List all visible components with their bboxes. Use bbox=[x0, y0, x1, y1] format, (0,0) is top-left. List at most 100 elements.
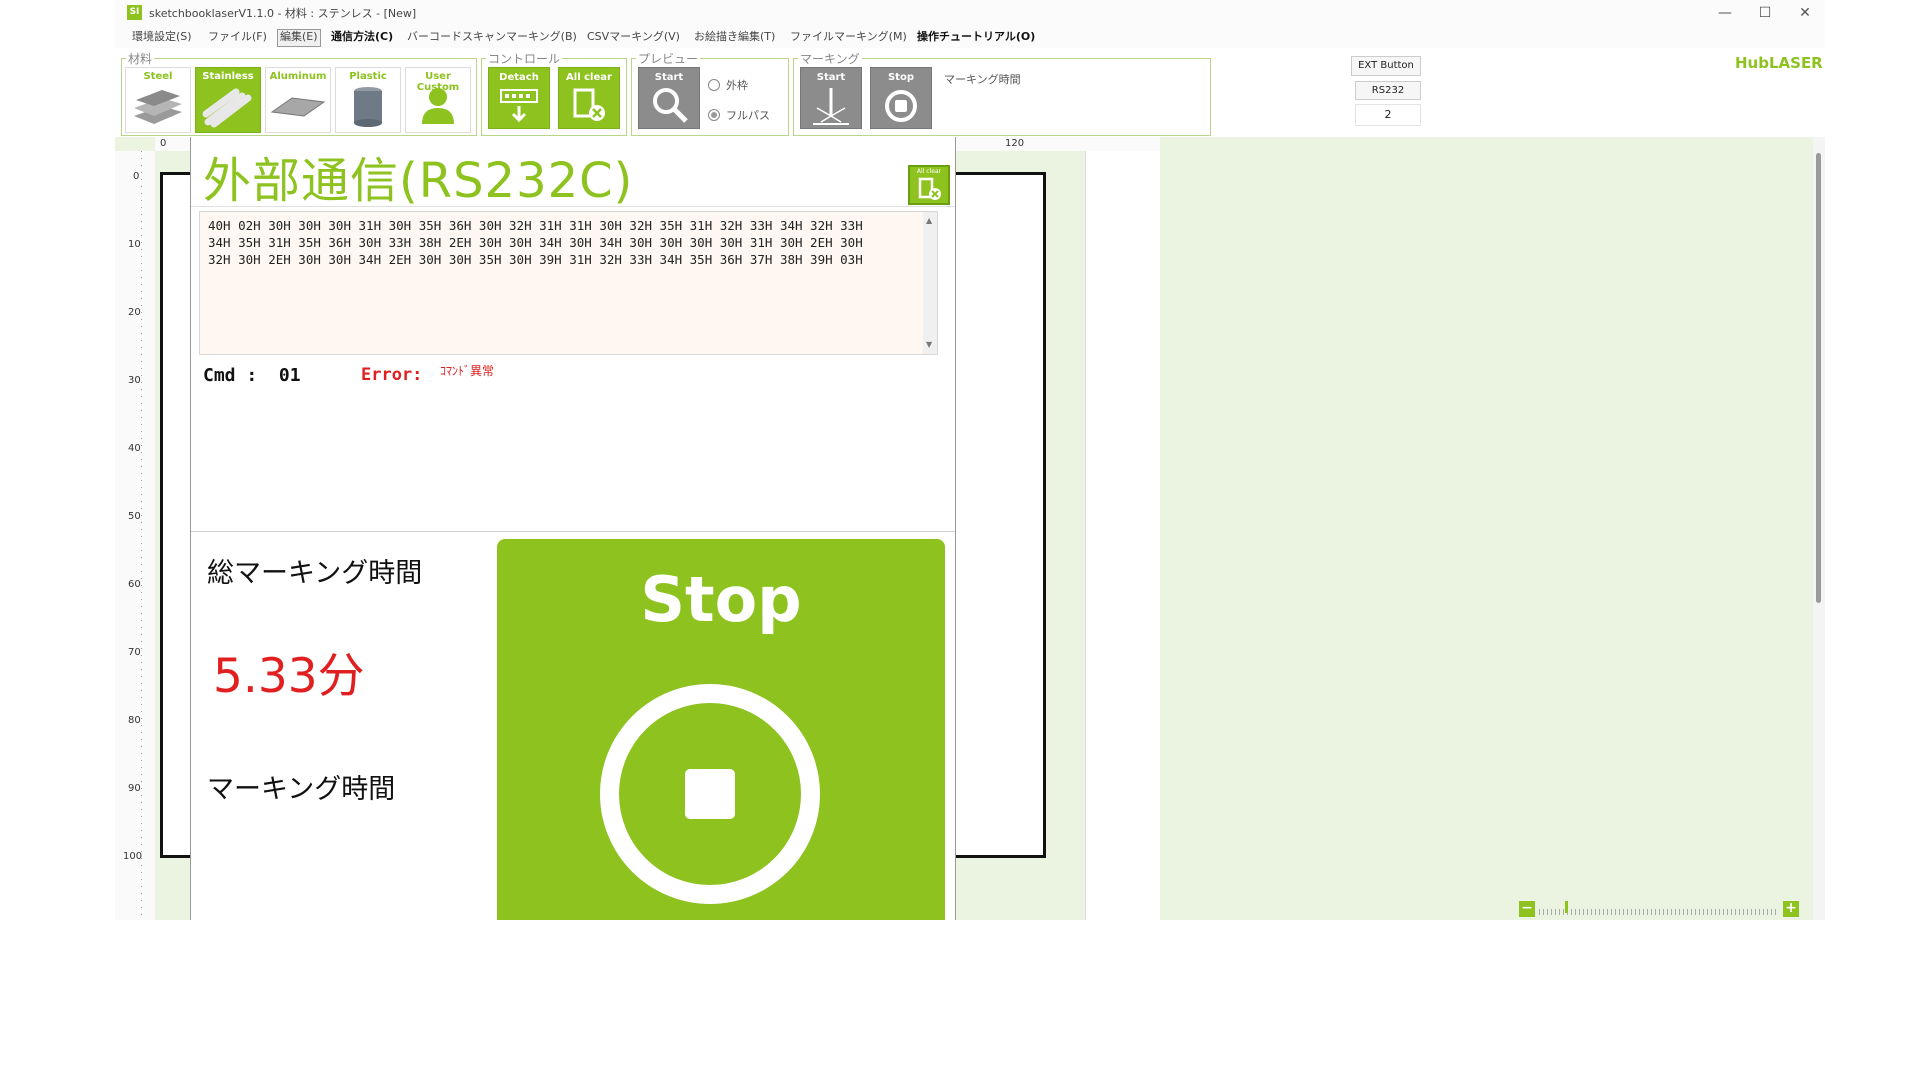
material-aluminum-label: Aluminum bbox=[269, 71, 327, 82]
hex-data-textarea[interactable]: 40H 02H 30H 30H 30H 31H 30H 35H 36H 30H … bbox=[199, 211, 938, 355]
dialog-divider bbox=[191, 531, 955, 532]
hex-scrollbar[interactable]: ▲ ▼ bbox=[923, 212, 937, 354]
material-plastic-button[interactable]: Plastic bbox=[335, 67, 401, 133]
vruler-label-70: 70 bbox=[128, 647, 141, 658]
dialog-eraser-icon bbox=[918, 177, 941, 200]
big-stop-label: Stop bbox=[640, 563, 802, 636]
marking-stop-button[interactable]: Stop bbox=[870, 67, 932, 129]
menu-bar: 環境設定(S) ファイル(F) 編集(E) 通信方法(C) バーコードスキャンマ… bbox=[115, 26, 1825, 72]
material-stainless-label: Stainless bbox=[202, 71, 254, 82]
error-label: Error: bbox=[361, 365, 423, 385]
menu-tutorial[interactable]: 操作チュートリアル(O) bbox=[915, 29, 1037, 45]
menu-drawing-edit[interactable]: お絵描き編集(T) bbox=[692, 29, 777, 45]
vruler-label-0: 0 bbox=[133, 171, 140, 182]
hruler-label-0: 0 bbox=[160, 138, 167, 149]
rs232-button[interactable]: RS232 bbox=[1355, 81, 1421, 100]
detach-label: Detach bbox=[499, 72, 539, 83]
zoom-track[interactable] bbox=[1539, 909, 1779, 915]
material-plastic-label: Plastic bbox=[349, 71, 387, 82]
menu-edit[interactable]: 編集(E) bbox=[277, 29, 321, 47]
total-marking-time-label: 総マーキング時間 bbox=[207, 558, 423, 589]
work-area-right-margin bbox=[1085, 151, 1160, 920]
dialog-title: 外部通信(RS232C) bbox=[203, 153, 634, 209]
full-path-radio[interactable] bbox=[708, 109, 720, 121]
error-value: ｺﾏﾝﾄﾞ異常 bbox=[440, 364, 495, 378]
big-stop-button[interactable]: Stop bbox=[497, 539, 945, 920]
material-steel-label: Steel bbox=[143, 71, 173, 82]
vruler-label-80: 80 bbox=[128, 715, 141, 726]
preview-start-button[interactable]: Start bbox=[638, 67, 700, 129]
aluminum-sheet-icon bbox=[270, 97, 326, 117]
title-bar: SI sketchbooklaserV1.1.0 - 材料 : ステンレス - … bbox=[115, 0, 1825, 26]
menu-settings[interactable]: 環境設定(S) bbox=[130, 29, 194, 45]
marking-start-label: Start bbox=[816, 72, 846, 83]
canvas-vertical-scrollbar[interactable] bbox=[1813, 137, 1825, 920]
window-title: sketchbooklaserV1.1.0 - 材料 : ステンレス - [Ne… bbox=[149, 7, 417, 20]
steel-beams-icon bbox=[134, 90, 182, 124]
scroll-up-icon[interactable]: ▲ bbox=[926, 216, 932, 225]
menu-communication[interactable]: 通信方法(C) bbox=[329, 29, 395, 45]
detach-button[interactable]: Detach bbox=[488, 67, 550, 129]
menu-file-marking[interactable]: ファイルマーキング(M) bbox=[788, 29, 909, 45]
all-clear-label: All clear bbox=[566, 72, 612, 83]
menu-csv-marking[interactable]: CSVマーキング(V) bbox=[585, 29, 682, 45]
ext-button[interactable]: EXT Button bbox=[1351, 56, 1421, 76]
vruler-label-90: 90 bbox=[128, 783, 141, 794]
ext-value-field[interactable]: 2 bbox=[1355, 104, 1421, 126]
scrollbar-thumb[interactable] bbox=[1816, 153, 1821, 603]
maximize-button[interactable]: ☐ bbox=[1745, 0, 1785, 26]
marking-time-header: マーキング時間 bbox=[944, 73, 1021, 86]
dialog-all-clear-button[interactable]: All clear bbox=[908, 165, 950, 205]
all-clear-button[interactable]: All clear bbox=[558, 67, 620, 129]
outer-frame-label: 外枠 bbox=[726, 79, 748, 92]
eraser-icon bbox=[573, 88, 605, 121]
total-marking-time-value: 5.33分 bbox=[213, 649, 365, 704]
scroll-down-icon[interactable]: ▼ bbox=[926, 340, 932, 349]
material-group-label: 材料 bbox=[126, 50, 155, 67]
brand-logo: HubLASER bbox=[1735, 54, 1823, 72]
marking-time-label: マーキング時間 bbox=[207, 774, 396, 805]
material-aluminum-button[interactable]: Aluminum bbox=[265, 67, 331, 133]
zoom-slider[interactable]: − + bbox=[1519, 901, 1801, 917]
stop-icon bbox=[885, 90, 917, 122]
menu-file[interactable]: ファイル(F) bbox=[206, 29, 269, 45]
app-icon: SI bbox=[127, 5, 142, 20]
dialog-all-clear-label: All clear bbox=[916, 168, 942, 175]
material-stainless-button[interactable]: Stainless bbox=[195, 67, 261, 133]
marking-stop-label: Stop bbox=[887, 72, 914, 83]
vruler-label-30: 30 bbox=[128, 375, 141, 386]
hex-line: 40H 02H 30H 30H 30H 31H 30H 35H 36H 30H … bbox=[208, 218, 863, 233]
hex-line: 34H 35H 31H 35H 36H 30H 33H 38H 2EH 30H … bbox=[208, 235, 863, 250]
material-user-custom-button[interactable]: User Custom bbox=[405, 67, 471, 133]
vruler-label-100: 100 bbox=[123, 851, 143, 862]
hex-line: 32H 30H 2EH 30H 30H 34H 2EH 30H 30H 35H … bbox=[208, 252, 863, 267]
minimize-button[interactable]: — bbox=[1705, 0, 1745, 26]
vruler-label-50: 50 bbox=[128, 511, 141, 522]
plastic-container-icon bbox=[354, 87, 382, 127]
zoom-handle[interactable] bbox=[1565, 901, 1568, 913]
zoom-in-button[interactable]: + bbox=[1783, 901, 1799, 917]
command-label: Cmd : 01 bbox=[203, 365, 301, 386]
material-group: 材料 Steel Stainless Aluminum Plastic User… bbox=[121, 50, 477, 136]
vruler-label-60: 60 bbox=[128, 579, 141, 590]
detach-icon bbox=[500, 89, 538, 123]
material-steel-button[interactable]: Steel bbox=[125, 67, 191, 133]
preview-group: プレビュー Start 外枠 フルパス bbox=[631, 50, 789, 136]
zoom-out-button[interactable]: − bbox=[1519, 901, 1535, 917]
vruler-label-20: 20 bbox=[128, 307, 141, 318]
menu-barcode-marking[interactable]: バーコードスキャンマーキング(B) bbox=[405, 29, 579, 45]
close-button[interactable]: ✕ bbox=[1785, 0, 1825, 26]
control-group-label: コントロール bbox=[486, 50, 563, 67]
magnifier-icon bbox=[653, 88, 688, 123]
vruler-label-10: 10 bbox=[128, 239, 141, 250]
user-icon bbox=[422, 88, 454, 124]
outer-frame-radio[interactable] bbox=[708, 79, 720, 91]
laser-beam-icon bbox=[813, 88, 849, 125]
hruler-label-120: 120 bbox=[1005, 138, 1025, 149]
full-path-label: フルパス bbox=[726, 109, 770, 122]
stop-square-icon bbox=[685, 769, 735, 819]
vruler-label-40: 40 bbox=[128, 443, 141, 454]
preview-group-label: プレビュー bbox=[636, 50, 701, 67]
marking-group-label: マーキング bbox=[798, 50, 862, 67]
marking-start-button[interactable]: Start bbox=[800, 67, 862, 129]
